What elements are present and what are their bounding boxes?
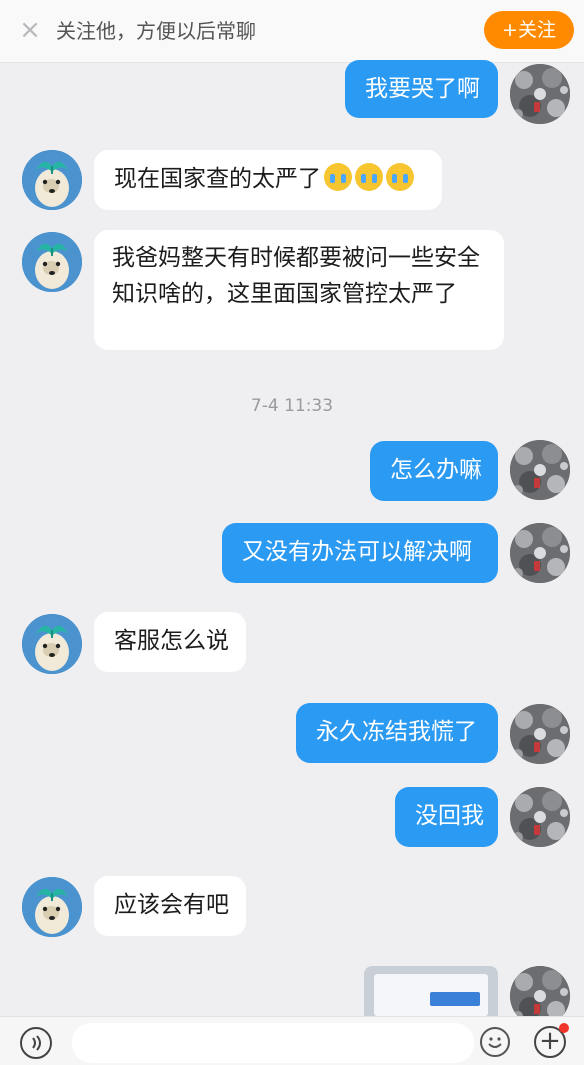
follow-banner: × 关注他，方便以后常聊 +关注 (0, 0, 584, 63)
notification-dot (559, 1023, 569, 1033)
image-content (430, 992, 480, 1006)
incoming-message-bubble[interactable]: 我爸妈整天有时候都要被问一些安全知识啥的，这里面国家管控太严了 (94, 230, 504, 350)
message-input[interactable] (72, 1023, 474, 1063)
emoji-icon[interactable] (480, 1027, 510, 1057)
outgoing-message-bubble[interactable]: 没回我 (395, 787, 498, 847)
my-avatar[interactable] (510, 787, 570, 847)
close-icon[interactable]: × (16, 16, 44, 44)
follow-button[interactable]: +关注 (484, 11, 574, 49)
outgoing-message-bubble[interactable]: 永久冻结我慌了 (296, 703, 498, 763)
contact-avatar[interactable] (22, 614, 82, 674)
message-text: 现在国家查的太严了 (114, 166, 321, 192)
my-avatar[interactable] (510, 523, 570, 583)
my-avatar[interactable] (510, 64, 570, 124)
message-composer: + (0, 1016, 584, 1065)
outgoing-message-bubble[interactable]: 又没有办法可以解决啊 (222, 523, 498, 583)
contact-avatar[interactable] (22, 150, 82, 210)
incoming-message-bubble[interactable]: 客服怎么说 (94, 612, 246, 672)
outgoing-message-bubble[interactable]: 我要哭了啊 (345, 60, 498, 118)
my-avatar[interactable] (510, 704, 570, 764)
contact-avatar[interactable] (22, 877, 82, 937)
message-timestamp: 7-4 11:33 (250, 396, 334, 416)
crying-emoji-icon (355, 163, 383, 191)
crying-emoji-icon (386, 163, 414, 191)
outgoing-message-bubble[interactable]: 怎么办嘛 (370, 441, 498, 501)
incoming-message-bubble[interactable]: 应该会有吧 (94, 876, 246, 936)
image-message-thumbnail[interactable] (364, 966, 498, 1016)
incoming-message-bubble[interactable]: 现在国家查的太严了 (94, 150, 442, 210)
voice-icon[interactable] (20, 1027, 52, 1059)
follow-hint-text: 关注他，方便以后常聊 (56, 19, 256, 43)
contact-avatar[interactable] (22, 232, 82, 292)
my-avatar[interactable] (510, 440, 570, 500)
crying-emoji-icon (324, 163, 352, 191)
